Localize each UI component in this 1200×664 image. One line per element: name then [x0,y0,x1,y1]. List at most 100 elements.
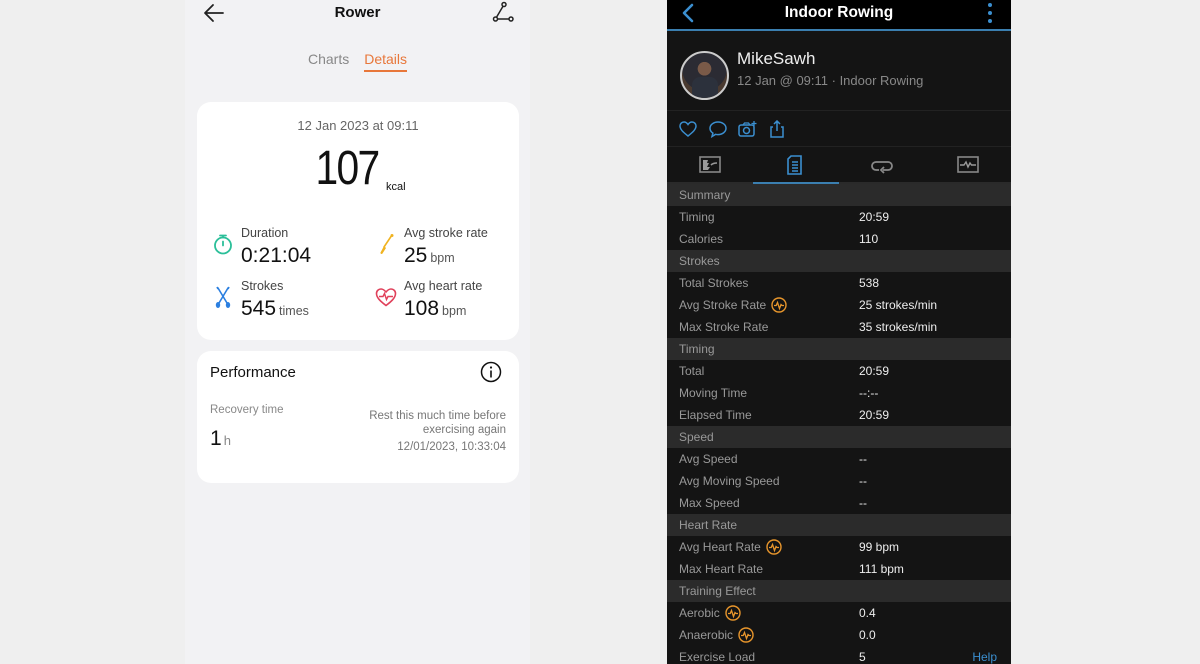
insight-chart-icon[interactable] [771,297,787,313]
insight-chart-icon[interactable] [724,605,741,621]
activity-tabs [667,147,1011,184]
info-icon[interactable] [480,361,502,383]
recovery-timestamp: 12/01/2023, 10:33:04 [397,441,506,453]
detail-row: Total 20:59 [667,360,1011,382]
detail-label: Total Strokes [679,272,748,294]
detail-value: 25 strokes/min [859,298,938,312]
add-photo-camera-icon[interactable] [738,120,758,138]
share-icon[interactable] [768,120,786,138]
workout-date: 12 Jan 2023 at 09:11 [297,118,419,133]
detail-label: Calories [679,228,723,250]
activity-subtitle: 12 Jan @ 09:11 · Indoor Rowing [737,73,924,88]
detail-label-text: Max Heart Rate [679,562,764,576]
detail-value: 20:59 [859,210,890,224]
section-header: Timing [667,338,1011,360]
detail-label-text: Avg Moving Speed [679,474,780,488]
detail-label-text: Avg Speed [679,452,738,466]
detail-label: Elapsed Time [679,404,752,426]
detail-label: Avg Heart Rate [679,536,782,558]
header: Indoor Rowing [667,0,1011,31]
detail-value: 110 [859,232,879,246]
detail-row: Avg Moving Speed -- [667,470,1011,492]
detail-label-text: Elapsed Time [679,408,752,422]
comment-bubble-icon[interactable] [709,120,727,138]
user-name[interactable]: MikeSawh [737,49,815,69]
recovery-unit: h [223,433,231,448]
detail-label-text: Max Speed [679,496,740,510]
detail-row: Avg Stroke Rate 25 strokes/min [667,294,1011,316]
stat-label: Duration [241,226,289,240]
recovery-value: 1 [210,427,222,450]
calories-display: 107 kcal [197,142,519,195]
section-header: Strokes [667,250,1011,272]
insight-chart-icon[interactable] [766,539,782,555]
rower-app-screen: Rower Charts Details 12 Jan 2023 at 09:1… [185,0,530,664]
section-header: Training Effect [667,580,1011,602]
insight-chart-icon[interactable] [738,627,754,643]
section-header: Speed [667,426,1011,448]
detail-value: 20:59 [859,364,890,378]
stat-value: 0:21:04 [241,244,312,267]
recovery-label: Recovery time [210,404,284,416]
detail-value: 35 strokes/min [859,320,938,334]
detail-value: 5 [859,650,866,664]
tab-overview[interactable] [667,147,753,182]
stat-label: Avg stroke rate [404,226,488,240]
stat-unit: bpm [430,251,455,265]
detail-label-text: Moving Time [679,386,748,400]
header: Rower [185,0,530,28]
detail-row: Max Stroke Rate 35 strokes/min [667,316,1011,338]
detail-label-text: Max Stroke Rate [679,320,769,334]
detail-row: Aerobic 0.4 [667,602,1011,624]
summary-card: 12 Jan 2023 at 09:11 107 kcal Duration 0… [197,102,519,340]
calories-value: 107 [315,142,381,195]
calories-unit: kcal [385,181,406,193]
detail-label: Max Stroke Rate [679,316,768,338]
like-heart-icon[interactable] [679,120,697,138]
detail-label: Moving Time [679,382,747,404]
detail-label: Max Heart Rate [679,558,763,580]
recovery-note: Rest this much time before exercising ag… [369,410,506,436]
detail-value: 0.0 [859,628,876,642]
detail-label: Avg Moving Speed [679,470,780,492]
stat-unit: times [279,304,309,318]
detail-row: Timing 20:59 [667,206,1011,228]
overview-icon [699,155,721,173]
heart-rate-icon [375,288,397,307]
detail-row: Total Strokes 538 [667,272,1011,294]
route-share-icon[interactable] [492,1,514,23]
page-title: Indoor Rowing [784,4,894,21]
detail-label: Total [679,360,704,382]
help-link[interactable]: Help [972,646,997,664]
detail-value: 111 bpm [859,562,904,576]
avatar[interactable] [680,51,729,100]
detail-row: Max Speed -- [667,492,1011,514]
tab-charts[interactable] [925,147,1011,182]
laps-loop-icon [871,160,893,174]
more-options-icon[interactable] [985,2,995,24]
tab-laps[interactable] [839,147,925,182]
tab-charts[interactable]: Charts [308,51,349,72]
detail-label: Exercise Load [679,646,755,664]
detail-label: Avg Speed [679,448,738,470]
detail-row: Elapsed Time 20:59 [667,404,1011,426]
detail-label-text: Exercise Load [679,650,756,664]
details-document-icon [787,154,802,175]
details-list: Summary Timing 20:59 Calories 110 Strokes Tota… [667,184,1011,664]
page-title: Rower [334,4,381,21]
detail-label-text: Aerobic [679,606,720,620]
tab-details[interactable]: Details [364,51,408,72]
tab-details[interactable] [753,147,839,184]
detail-row: Moving Time --:-- [667,382,1011,404]
detail-label: Anaerobic [679,624,754,646]
stat-label: Avg heart rate [404,279,483,293]
stat-value: 545 [241,297,277,320]
stat-unit: bpm [442,304,467,318]
detail-value: 99 bpm [859,540,900,554]
action-bar [667,111,1011,147]
performance-title: Performance [210,364,296,381]
view-tabs: Charts Details [185,51,530,72]
detail-row: Max Heart Rate 111 bpm [667,558,1011,580]
charts-pulse-icon [957,155,979,173]
detail-value: --:-- [859,386,879,400]
